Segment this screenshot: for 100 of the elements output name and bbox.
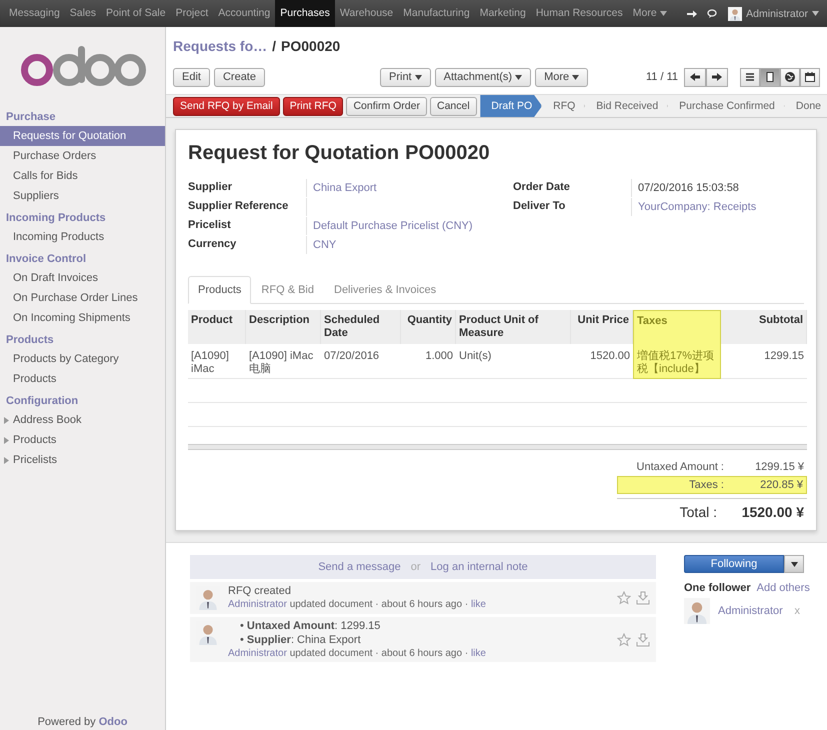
menu-item[interactable]: Human Resources <box>530 0 628 27</box>
sidebar-item[interactable]: On Draft Invoices <box>0 268 165 288</box>
send-message-link[interactable]: Send a message <box>318 561 401 573</box>
message-meta: Administrator updated document · about 6 hours ago · like <box>228 648 487 659</box>
view-switch-button[interactable] <box>800 68 820 86</box>
table-cell: 1.000 <box>401 345 456 379</box>
dropdown-toggle[interactable] <box>784 555 804 573</box>
breadcrumb-link[interactable]: Requests fo… <box>173 38 268 54</box>
form-icon <box>764 71 776 83</box>
field-label: Deliver To <box>513 199 566 214</box>
field-value: 07/20/2016 15:03:58 <box>631 179 756 197</box>
avatar-icon <box>728 6 742 20</box>
breadcrumb-separator: / <box>272 38 276 54</box>
change-line: • Untaxed Amount: 1299.15 <box>239 620 382 632</box>
message-text: RFQ created <box>228 585 292 597</box>
column-header: Quantity <box>401 310 456 344</box>
sidebar-item[interactable]: Incoming Products <box>0 227 165 247</box>
table-cell: 1299.15 <box>721 345 807 379</box>
column-header: Description <box>246 310 321 344</box>
field-value[interactable]: China Export <box>306 179 513 197</box>
column-header: Subtotal <box>721 310 807 344</box>
section-heading: Invoice Control <box>5 252 88 267</box>
message-meta: Administrator updated document · about 6 hours ago · like <box>228 599 487 610</box>
table-cell: Unit(s) <box>456 345 571 379</box>
field-label: Pricelist <box>188 218 232 233</box>
add-others-link[interactable]: Add others <box>756 582 810 594</box>
avatar-icon <box>684 598 710 624</box>
menu-item[interactable]: Purchases <box>275 0 335 27</box>
powered-by-text: Powered by Odoo <box>38 716 128 728</box>
caret-icon <box>414 74 422 80</box>
caret-icon <box>4 436 9 444</box>
table-cell: 増值税17%进项税【include】 <box>633 345 721 379</box>
caret-icon <box>4 416 9 424</box>
total-value: 1299.15 ¥ <box>754 460 805 475</box>
sidebar-item[interactable]: Suppliers <box>0 186 165 206</box>
sidebar-item[interactable]: Requests for Quotation <box>0 126 165 146</box>
toolbar-button[interactable]: Create <box>214 68 265 86</box>
more-menu[interactable]: More <box>628 0 672 27</box>
left-arrow-icon <box>689 71 701 83</box>
log-note-link[interactable]: Log an internal note <box>430 561 528 573</box>
caret-icon <box>812 11 819 16</box>
column-header: Scheduled Date <box>321 310 401 344</box>
caret-icon <box>4 456 9 464</box>
change-line: • Supplier: China Export <box>239 634 362 646</box>
globe-icon <box>784 71 796 83</box>
view-switch-button[interactable] <box>780 68 800 86</box>
total-value: 220.85 ¥ <box>727 476 807 494</box>
chat-icon[interactable] <box>707 8 720 20</box>
action-button[interactable]: Cancel <box>430 96 477 116</box>
user-menu[interactable]: Administrator <box>728 6 819 20</box>
action-button[interactable]: Send RFQ by Email <box>173 96 280 116</box>
toolbar-button[interactable]: Edit <box>173 68 210 86</box>
dropdown-button[interactable]: Attachment(s) <box>434 68 532 86</box>
caret-icon <box>660 11 667 16</box>
caret-icon <box>515 74 522 80</box>
sidebar-item[interactable]: Address Book <box>0 410 165 430</box>
menu-item[interactable]: Point of Sale <box>101 0 171 27</box>
section-heading: Configuration <box>5 394 80 409</box>
sidebar-item[interactable]: On Incoming Shipments <box>0 308 165 328</box>
action-button[interactable]: Print RFQ <box>282 96 344 116</box>
sidebar-item[interactable]: Purchase Orders <box>0 146 165 166</box>
follower-name[interactable]: Administrator <box>718 605 783 617</box>
star-icon[interactable] <box>617 632 631 646</box>
table-cell: [A1090] iMac <box>188 345 246 379</box>
order-number: PO00020 <box>405 142 490 165</box>
sidebar-item[interactable]: Products <box>0 430 165 450</box>
field-value[interactable]: Default Purchase Pricelist (CNY) <box>306 217 513 235</box>
view-switch-button[interactable] <box>760 68 780 86</box>
field-value[interactable]: CNY <box>306 236 513 254</box>
field-label: Currency <box>188 237 238 252</box>
field-value[interactable]: YourCompany: Receipts <box>631 198 756 216</box>
menu-item[interactable]: Manufacturing <box>398 0 475 27</box>
pager-text: 11 / 11 <box>646 71 678 83</box>
tab[interactable]: Products <box>188 276 252 304</box>
sidebar-item[interactable]: On Purchase Order Lines <box>0 288 165 308</box>
total-label: Taxes : <box>617 476 727 494</box>
sidebar-item[interactable]: Calls for Bids <box>0 166 165 186</box>
menu-item[interactable]: Sales <box>64 0 102 27</box>
tab[interactable]: RFQ & Bid <box>251 276 324 304</box>
tab[interactable]: Deliveries & Invoices <box>324 276 446 304</box>
menu-item[interactable]: Accounting <box>213 0 276 27</box>
view-switch-button[interactable] <box>740 68 760 86</box>
menu-item[interactable]: Project <box>170 0 214 27</box>
action-button[interactable]: Confirm Order <box>346 96 427 116</box>
dropdown-button[interactable]: More <box>535 68 588 86</box>
next-button[interactable] <box>706 68 728 86</box>
stage-step[interactable]: Draft PO <box>480 95 542 117</box>
caret-icon <box>790 562 798 566</box>
menu-item[interactable]: Warehouse <box>334 0 398 27</box>
sidebar-item[interactable]: Pricelists <box>0 450 165 470</box>
following-button[interactable]: Following <box>684 555 784 573</box>
menu-item[interactable]: Marketing <box>474 0 531 27</box>
star-icon[interactable] <box>617 591 631 605</box>
sidebar-item[interactable]: Products <box>0 369 165 389</box>
menu-item[interactable]: Messaging <box>4 0 65 27</box>
calendar-icon <box>804 71 816 83</box>
dropdown-button[interactable]: Print <box>380 68 431 86</box>
column-header: Product <box>188 310 246 344</box>
sidebar-item[interactable]: Products by Category <box>0 349 165 369</box>
previous-button[interactable] <box>684 68 706 86</box>
